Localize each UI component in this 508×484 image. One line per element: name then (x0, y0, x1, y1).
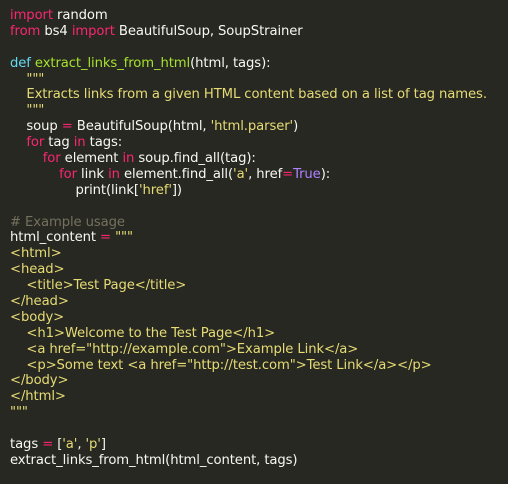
keyword-token: in (73, 135, 86, 151)
keyword-token: import (71, 23, 115, 39)
string-token: 'a' (62, 437, 78, 453)
code-token: ) (293, 119, 299, 135)
operator-token: = (61, 119, 73, 135)
code-token: soup (10, 119, 62, 135)
code-line: tags = ['a', 'p'] (10, 437, 508, 453)
code-editor[interactable]: import random from bs4 import BeautifulSo… (0, 0, 508, 484)
keyword-token: import (10, 8, 53, 23)
string-token: 'href' (138, 182, 172, 198)
string-token: <html> (10, 246, 62, 262)
code-line: """ (10, 103, 508, 119)
code-line: <body> (10, 310, 508, 326)
code-line: <h1>Welcome to the Test Page</h1> (10, 326, 508, 342)
string-token: """ (115, 230, 133, 246)
code-line: Extracts links from a given HTML content… (10, 87, 508, 103)
operator-token: = (282, 166, 294, 182)
constant-token: True (293, 166, 321, 182)
keyword-token: from (10, 23, 41, 39)
code-line: for element in soup.find_all(tag): (10, 151, 508, 167)
code-line: """ (10, 405, 508, 421)
code-line: </body> (10, 373, 508, 389)
string-token: <a href="http://example.com">Example Lin… (10, 341, 359, 357)
code-line: from bs4 import BeautifulSoup, SoupStrai… (10, 24, 508, 40)
code-token: ]) (171, 182, 182, 198)
code-token: ): (320, 166, 331, 182)
code-line: soup = BeautifulSoup(html, 'html.parser'… (10, 119, 508, 135)
code-line: """ (10, 72, 508, 88)
operator-token: = (100, 230, 111, 246)
code-token: element.find_all( (119, 166, 234, 182)
code-token: random (52, 8, 108, 23)
string-token: <body> (10, 309, 65, 325)
function-name-token: extract_links_from_html (34, 55, 191, 71)
comment-token: # Example usage (10, 214, 125, 230)
code-token: tags (10, 437, 43, 453)
code-token: print(link[ (10, 182, 139, 198)
string-token: 'a' (233, 166, 249, 182)
string-token: <head> (10, 262, 65, 278)
code-line: <a href="http://example.com">Example Lin… (10, 342, 508, 358)
string-token: """ (10, 71, 45, 87)
code-token: , (77, 437, 86, 453)
code-token: tag (44, 135, 74, 151)
string-token: """ (10, 405, 28, 421)
code-token: BeautifulSoup, SoupStrainer (114, 23, 303, 39)
code-block[interactable]: import random from bs4 import BeautifulSo… (10, 8, 508, 469)
code-token: link (76, 166, 109, 182)
keyword-token: in (108, 166, 120, 182)
string-token: </body> (10, 373, 69, 389)
code-line: html_content = """ (10, 230, 508, 246)
code-line: for link in element.find_all('a', href=T… (10, 167, 508, 183)
code-token: [ (53, 437, 63, 453)
code-token: soup.find_all(tag): (134, 151, 256, 167)
code-token: html_content (10, 230, 101, 246)
string-token: 'p' (85, 437, 101, 453)
operator-token: = (42, 437, 54, 453)
string-token: Extracts links from a given HTML content… (10, 87, 487, 103)
code-line: # Example usage (10, 215, 508, 231)
code-line: <title>Test Page</title> (10, 278, 508, 294)
code-token: element (60, 151, 123, 167)
code-token: , href (248, 166, 283, 182)
keyword-token: in (122, 151, 135, 167)
string-token: <title>Test Page</title> (10, 278, 187, 294)
code-line: import random (10, 8, 508, 24)
code-line: def extract_links_from_html(html, tags): (10, 56, 508, 72)
code-token: BeautifulSoup(html, (72, 119, 211, 135)
code-token: bs4 (40, 23, 72, 39)
code-token: (html, tags): (190, 55, 271, 71)
code-line: print(link['href']) (10, 183, 508, 199)
code-token: extract_links_from_html(html_content, ta… (10, 452, 298, 468)
keyword-token: for (42, 151, 61, 167)
code-line: </head> (10, 294, 508, 310)
code-line: <html> (10, 246, 508, 262)
string-token: """ (10, 103, 45, 119)
code-line: extract_links_from_html(html_content, ta… (10, 453, 508, 469)
code-line: </html> (10, 389, 508, 405)
keyword-token: for (26, 135, 45, 151)
keyword-token: for (59, 166, 77, 182)
code-line: <p>Some text <a href="http://test.com">T… (10, 358, 508, 374)
string-token: </html> (10, 389, 66, 405)
string-token: <p>Some text <a href="http://test.com">T… (10, 357, 432, 373)
string-token: 'html.parser' (210, 119, 294, 135)
string-token: <h1>Welcome to the Test Page</h1> (10, 325, 276, 341)
code-token: ] (100, 437, 106, 453)
code-token: tags: (85, 135, 123, 151)
string-token: </head> (10, 294, 69, 310)
code-line: <head> (10, 262, 508, 278)
def-keyword-token: def (10, 55, 31, 71)
code-line: for tag in tags: (10, 135, 508, 151)
